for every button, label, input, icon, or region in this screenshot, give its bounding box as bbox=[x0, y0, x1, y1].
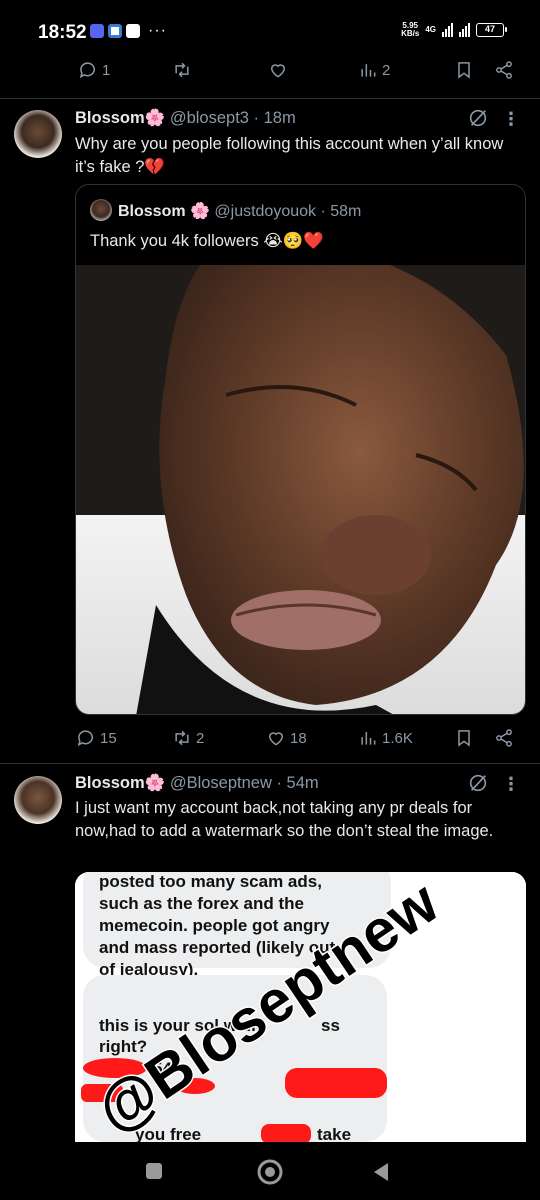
tweet[interactable]: Blossom🌸 @Bloseptnew · 54m ⋮ I just want… bbox=[0, 0, 540, 1142]
tweet-text: I just want my account back,not taking a… bbox=[75, 799, 494, 840]
timestamp: · 54m bbox=[271, 774, 319, 792]
tweet-image[interactable]: posted too many scam ads, such as the fo… bbox=[75, 872, 526, 1142]
recent-apps-button[interactable] bbox=[145, 1162, 163, 1180]
grok-icon[interactable] bbox=[467, 772, 489, 794]
avatar[interactable] bbox=[14, 776, 62, 824]
tweet-header: Blossom🌸 @Bloseptnew · 54m bbox=[75, 774, 319, 793]
username[interactable]: @Bloseptnew bbox=[170, 774, 272, 792]
image-text-line: such as the forex and the bbox=[99, 894, 304, 913]
back-button[interactable] bbox=[372, 1162, 390, 1182]
more-icon[interactable]: ⋮ bbox=[502, 775, 520, 793]
image-text-fragment: take bbox=[317, 1125, 351, 1142]
image-text-line: memecoin. people got angry bbox=[99, 916, 330, 935]
image-text-line: posted too many scam ads, bbox=[99, 872, 322, 891]
navigation-bar bbox=[0, 1142, 540, 1200]
image-text-fragment: ss bbox=[321, 1016, 340, 1035]
home-button[interactable] bbox=[256, 1158, 284, 1186]
display-name[interactable]: Blossom🌸 bbox=[75, 774, 165, 792]
